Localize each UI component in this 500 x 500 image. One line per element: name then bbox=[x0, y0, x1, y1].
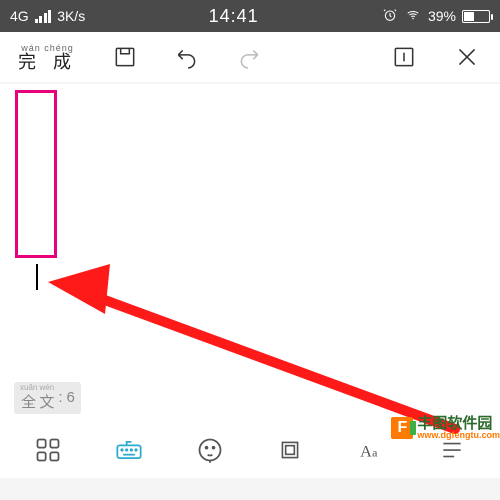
network-type: 4G bbox=[10, 8, 29, 24]
text-cursor bbox=[36, 264, 38, 290]
close-button[interactable] bbox=[452, 42, 482, 72]
grid-button[interactable] bbox=[31, 433, 65, 467]
selection-badge[interactable]: xuǎn 全 wén 文 : 6 bbox=[14, 382, 81, 414]
sel-hanzi-2: 文 bbox=[39, 391, 54, 412]
save-button[interactable] bbox=[110, 42, 140, 72]
clock: 14:41 bbox=[209, 6, 259, 27]
status-right: 39% bbox=[382, 7, 490, 26]
wifi-icon bbox=[404, 8, 422, 25]
svg-text:A: A bbox=[360, 443, 372, 461]
battery-pct: 39% bbox=[428, 8, 456, 24]
crop-button[interactable] bbox=[273, 433, 307, 467]
svg-text:a: a bbox=[372, 446, 378, 460]
watermark: F 丰图软件园 www.dgfengtu.com bbox=[391, 416, 500, 440]
watermark-url: www.dgfengtu.com bbox=[417, 431, 500, 440]
done-label: 完 成 bbox=[18, 52, 77, 72]
selection-count: 6 bbox=[67, 389, 75, 406]
sel-colon: : bbox=[58, 389, 62, 406]
battery-icon bbox=[462, 10, 490, 23]
redo-button[interactable] bbox=[234, 42, 264, 72]
watermark-logo-icon: F bbox=[391, 417, 413, 439]
done-button[interactable]: wán chéng 完 成 bbox=[18, 44, 77, 71]
sel-pinyin-1: xuǎn bbox=[20, 384, 37, 391]
undo-button[interactable] bbox=[172, 42, 202, 72]
sel-pinyin-2: wén bbox=[40, 384, 55, 391]
annotation-highlight-box bbox=[15, 90, 57, 258]
status-left: 4G 3K/s bbox=[10, 8, 85, 24]
emoji-button[interactable] bbox=[193, 433, 227, 467]
keyboard-button[interactable] bbox=[112, 433, 146, 467]
text-format-button[interactable]: Aa bbox=[354, 433, 388, 467]
watermark-title: 丰图软件园 bbox=[417, 416, 500, 431]
status-bar: 4G 3K/s 14:41 39% bbox=[0, 0, 500, 32]
alarm-icon bbox=[382, 7, 398, 26]
sel-hanzi-1: 全 bbox=[21, 391, 36, 412]
info-button[interactable] bbox=[389, 42, 419, 72]
signal-icon bbox=[35, 10, 52, 23]
editor-canvas[interactable]: xuǎn 全 wén 文 : 6 bbox=[0, 84, 500, 422]
top-toolbar: wán chéng 完 成 bbox=[0, 32, 500, 82]
data-rate: 3K/s bbox=[57, 8, 85, 24]
